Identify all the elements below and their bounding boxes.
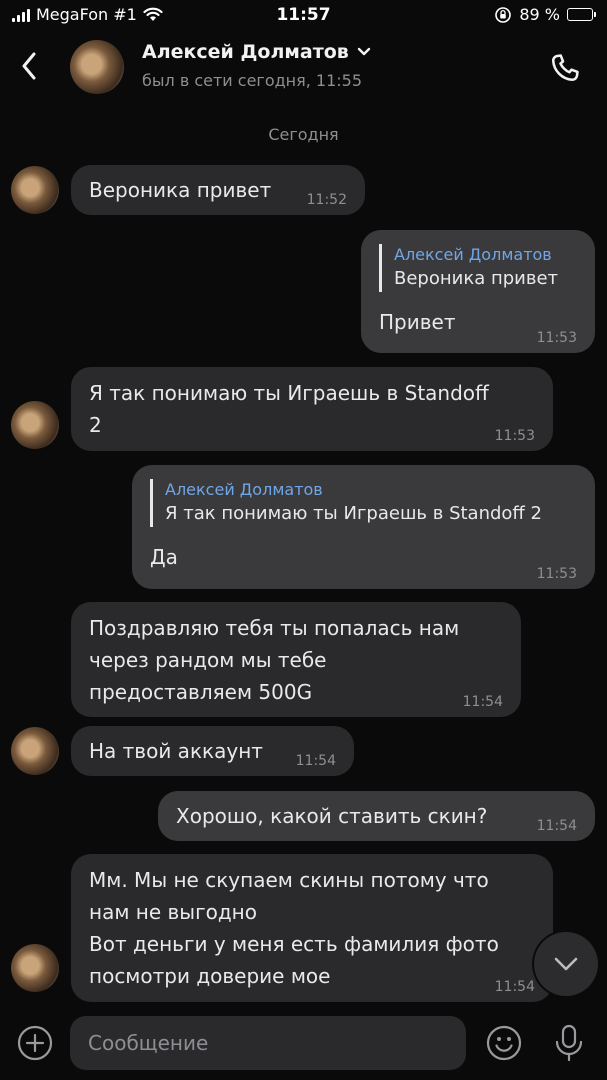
chevron-down-icon	[357, 47, 371, 56]
message-time: 11:54	[462, 694, 503, 710]
last-seen-status: был в сети сегодня, 11:55	[142, 71, 363, 90]
back-button[interactable]	[14, 48, 44, 84]
smile-icon[interactable]	[486, 1025, 522, 1061]
orientation-lock-icon	[495, 6, 512, 23]
chat-header: Алексей Долматов был в сети сегодня, 11:…	[0, 34, 607, 102]
message-text: Я так понимаю ты Играешь в Standoff 2	[89, 381, 489, 437]
message-text: Поздравляю тебя ты попалась нам через ра…	[89, 616, 460, 704]
reply-quote[interactable]: Алексей Долматов Вероника привет	[379, 244, 577, 292]
battery-percent: 89 %	[519, 5, 560, 24]
message-time: 11:52	[306, 192, 347, 208]
message-time: 11:53	[494, 428, 535, 444]
date-separator: Сегодня	[268, 125, 339, 144]
contact-name: Алексей Долматов	[142, 41, 349, 63]
message-time: 11:54	[295, 753, 336, 769]
carrier-name: MegaFon #1	[36, 5, 137, 24]
message-avatar[interactable]	[11, 727, 59, 775]
message-avatar[interactable]	[11, 166, 59, 214]
message-bubble-outgoing[interactable]: Алексей Долматов Я так понимаю ты Играеш…	[132, 465, 595, 589]
message-input[interactable]	[70, 1016, 466, 1070]
carrier-group: MegaFon #1	[12, 5, 163, 24]
composer-bar	[0, 1008, 607, 1080]
message-avatar[interactable]	[11, 401, 59, 449]
message-text: Да	[150, 545, 178, 569]
message-bubble-outgoing[interactable]: Алексей Долматов Вероника привет Привет …	[361, 230, 595, 353]
reply-text: Вероника привет	[394, 268, 559, 289]
status-right-group: 89 %	[494, 5, 596, 24]
signal-icon	[12, 8, 30, 22]
phone-icon	[551, 54, 579, 82]
reply-quote[interactable]: Алексей Долматов Я так понимаю ты Играеш…	[150, 479, 577, 527]
message-text: Мм. Мы не скупаем скины потому что нам н…	[89, 868, 499, 988]
message-time: 11:54	[494, 979, 535, 995]
message-time: 11:53	[536, 330, 577, 346]
chevron-left-icon	[22, 52, 36, 80]
message-bubble-incoming[interactable]: Поздравляю тебя ты попалась нам через ра…	[71, 602, 521, 717]
message-bubble-outgoing[interactable]: Хорошо, какой ставить скин? 11:54	[158, 791, 595, 841]
microphone-icon[interactable]	[551, 1023, 587, 1063]
chevron-down-icon	[554, 957, 578, 971]
message-time: 11:53	[536, 566, 577, 582]
contact-avatar[interactable]	[70, 40, 124, 94]
battery-icon	[567, 8, 596, 21]
reply-text: Я так понимаю ты Играешь в Standoff 2	[165, 503, 543, 524]
message-avatar[interactable]	[11, 944, 59, 992]
call-button[interactable]	[547, 50, 583, 86]
scroll-to-bottom-button[interactable]	[534, 932, 598, 996]
message-bubble-incoming[interactable]: На твой аккаунт 11:54	[71, 726, 354, 776]
reply-author: Алексей Долматов	[394, 245, 552, 264]
contact-name-button[interactable]: Алексей Долматов	[142, 41, 371, 63]
status-bar: MegaFon #1 11:57 89 %	[0, 0, 607, 34]
message-bubble-incoming[interactable]: Вероника привет 11:52	[71, 165, 365, 215]
message-bubble-incoming[interactable]: Мм. Мы не скупаем скины потому что нам н…	[71, 854, 553, 1002]
wifi-icon	[143, 7, 163, 21]
plus-circle-icon[interactable]	[17, 1025, 53, 1061]
message-time: 11:54	[536, 818, 577, 834]
message-bubble-incoming[interactable]: Я так понимаю ты Играешь в Standoff 2 11…	[71, 367, 553, 451]
reply-author: Алексей Долматов	[165, 480, 323, 499]
message-text: Хорошо, какой ставить скин?	[176, 804, 488, 828]
